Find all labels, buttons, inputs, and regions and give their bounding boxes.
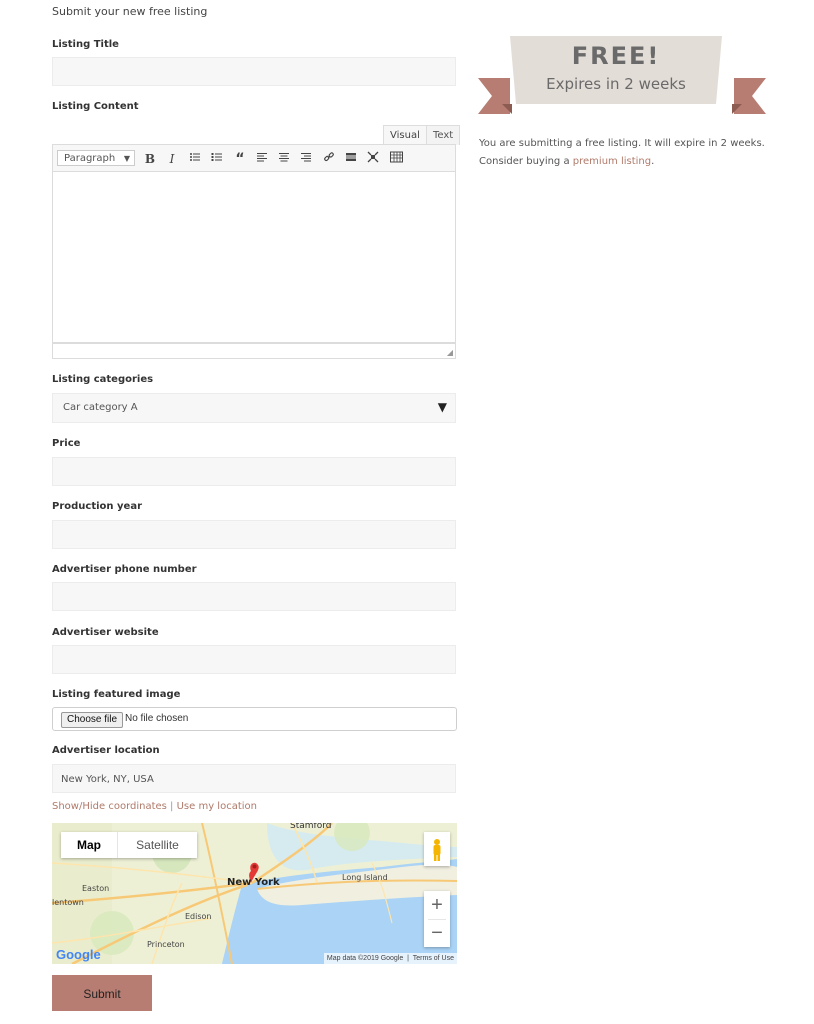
- fullscreen-icon[interactable]: [365, 151, 381, 167]
- map-tab-map[interactable]: Map: [61, 832, 118, 858]
- bullet-list-icon[interactable]: [187, 151, 203, 167]
- phone-input[interactable]: [52, 582, 456, 611]
- location-input[interactable]: New York, NY, USA: [52, 764, 456, 793]
- listing-title-input[interactable]: [52, 57, 456, 86]
- form-intro: Submit your new free listing: [52, 5, 208, 18]
- location-label: Advertiser location: [52, 745, 160, 756]
- sidebar-text-after: .: [651, 156, 655, 167]
- numbered-list-icon[interactable]: [209, 151, 225, 167]
- location-value: New York, NY, USA: [61, 774, 154, 785]
- map-terms-link[interactable]: Terms of Use: [413, 955, 454, 962]
- map-label-new-york: New York: [227, 877, 280, 888]
- phone-label: Advertiser phone number: [52, 564, 197, 575]
- toolbar-toggle-icon[interactable]: [388, 151, 404, 167]
- link-separator: |: [166, 801, 177, 812]
- map-attribution: Map data ©2019 Google | Terms of Use: [323, 953, 457, 964]
- map-label-allentown: lentown: [52, 898, 84, 907]
- categories-label: Listing categories: [52, 374, 154, 385]
- map-tab-satellite[interactable]: Satellite: [118, 832, 197, 858]
- map-label-edison: Edison: [185, 912, 212, 921]
- map-label-stamford: Stamford: [290, 823, 332, 831]
- featured-image-input: Choose file No file chosen: [52, 707, 457, 731]
- align-left-icon[interactable]: [254, 151, 270, 167]
- content-editor[interactable]: [52, 172, 456, 343]
- map-label-easton: Easton: [82, 884, 110, 893]
- format-select[interactable]: Paragraph ▼: [57, 150, 135, 166]
- location-map[interactable]: Stamford New York Long Island Easton Edi…: [52, 823, 457, 964]
- link-icon[interactable]: [321, 151, 337, 167]
- format-select-value: Paragraph: [64, 153, 116, 164]
- choose-file-button[interactable]: Choose file: [61, 712, 124, 728]
- file-status: No file chosen: [125, 713, 189, 724]
- tab-text[interactable]: Text: [426, 125, 461, 145]
- bold-icon[interactable]: B: [142, 151, 158, 167]
- editor-toolbar: Paragraph ▼ B I “: [52, 144, 456, 172]
- zoom-control: + −: [424, 891, 450, 947]
- website-input[interactable]: [52, 645, 456, 674]
- banner-subtitle: Expires in 2 weeks: [546, 75, 686, 93]
- website-label: Advertiser website: [52, 627, 159, 638]
- categories-select-value: Car category A: [63, 402, 138, 413]
- map-label-princeton: Princeton: [147, 940, 185, 949]
- zoom-in-button[interactable]: +: [424, 891, 450, 919]
- location-links: Show/Hide coordinates | Use my location: [52, 801, 257, 812]
- chevron-down-icon: ▼: [123, 154, 130, 163]
- production-year-label: Production year: [52, 501, 142, 512]
- tab-visual[interactable]: Visual: [383, 125, 427, 145]
- align-center-icon[interactable]: [276, 151, 292, 167]
- align-right-icon[interactable]: [298, 151, 314, 167]
- price-input[interactable]: [52, 457, 456, 486]
- listing-content-label: Listing Content: [52, 101, 139, 112]
- google-logo-text: Google: [56, 947, 101, 962]
- street-view-pegman-icon[interactable]: [424, 832, 450, 866]
- read-more-icon[interactable]: [343, 151, 359, 167]
- blockquote-icon[interactable]: “: [232, 151, 248, 167]
- categories-select[interactable]: Car category A ▼: [52, 393, 456, 423]
- zoom-out-button[interactable]: −: [424, 919, 450, 947]
- resize-handle-icon[interactable]: ◢: [447, 348, 453, 357]
- production-year-input[interactable]: [52, 520, 456, 549]
- italic-icon[interactable]: I: [164, 151, 180, 167]
- premium-listing-link[interactable]: premium listing: [573, 156, 651, 167]
- use-my-location-link[interactable]: Use my location: [177, 801, 257, 812]
- map-type-control: Map Satellite: [61, 832, 197, 858]
- sidebar-text: You are submitting a free listing. It wi…: [479, 135, 779, 171]
- featured-image-label: Listing featured image: [52, 689, 181, 700]
- dropdown-arrow-icon: ▼: [437, 400, 447, 414]
- editor-statusbar: ◢: [52, 343, 456, 359]
- banner-title: FREE!: [571, 42, 661, 70]
- submit-button[interactable]: Submit: [52, 975, 152, 1011]
- listing-title-label: Listing Title: [52, 39, 119, 50]
- map-label-long-island: Long Island: [342, 873, 388, 882]
- price-label: Price: [52, 438, 81, 449]
- map-data-credit: Map data ©2019 Google: [326, 955, 404, 962]
- show-hide-coordinates-link[interactable]: Show/Hide coordinates: [52, 801, 167, 812]
- google-logo: Google: [56, 947, 101, 962]
